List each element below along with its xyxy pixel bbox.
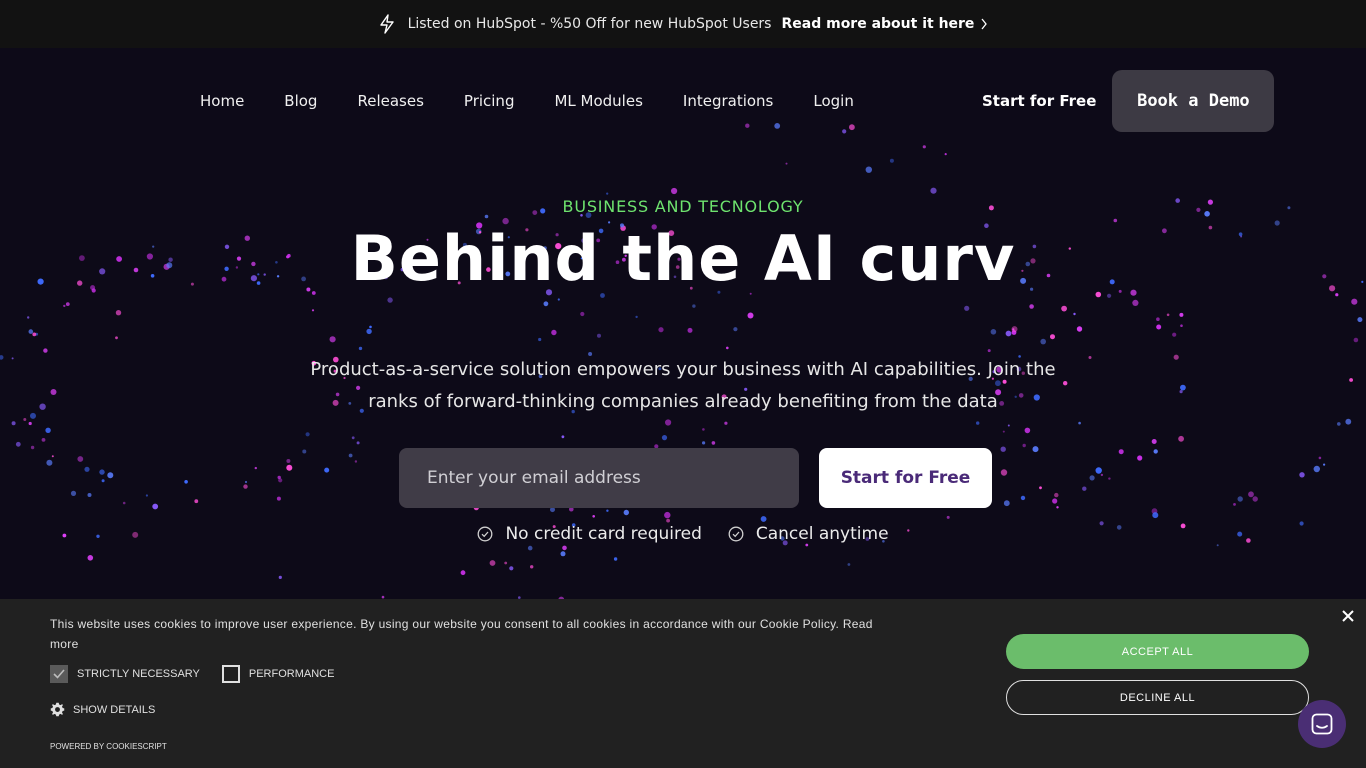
cookie-options: STRICTLY NECESSARY PERFORMANCE bbox=[50, 665, 356, 683]
nav-ml-modules[interactable]: ML Modules bbox=[554, 92, 642, 110]
perk-no-card: No credit card required bbox=[477, 524, 702, 544]
perks-row: No credit card required Cancel anytime bbox=[0, 524, 1366, 544]
announcement-link-label: Read more about it here bbox=[781, 16, 975, 32]
nav-home[interactable]: Home bbox=[200, 92, 244, 110]
nav-releases[interactable]: Releases bbox=[357, 92, 423, 110]
nav-pricing[interactable]: Pricing bbox=[464, 92, 515, 110]
email-input[interactable] bbox=[399, 448, 799, 508]
check-circle-icon bbox=[478, 526, 493, 542]
perk-label: Cancel anytime bbox=[755, 524, 889, 544]
announcement-text: Listed on HubSpot - %50 Off for new HubS… bbox=[407, 16, 772, 32]
chat-launcher[interactable] bbox=[1298, 700, 1346, 748]
powered-by[interactable]: POWERED BY COOKIESCRIPT bbox=[50, 742, 167, 751]
hero-headline: Behind the AI curv bbox=[350, 222, 1016, 295]
nav-login[interactable]: Login bbox=[813, 92, 853, 110]
signup-form: Start for Free bbox=[399, 448, 992, 508]
hero-subtitle: Product-as-a-service solution empowers y… bbox=[310, 359, 1056, 412]
option-strictly-necessary[interactable]: STRICTLY NECESSARY bbox=[50, 665, 200, 683]
chevron-right-icon bbox=[980, 17, 988, 31]
main-nav: Home Blog Releases Pricing ML Modules In… bbox=[0, 70, 1366, 132]
book-demo-button[interactable]: Book a Demo bbox=[1112, 70, 1275, 132]
announcement-link[interactable]: Read more about it here bbox=[781, 16, 988, 32]
accept-all-button[interactable]: ACCEPT ALL bbox=[1006, 634, 1309, 669]
option-label: PERFORMANCE bbox=[248, 668, 335, 680]
nav-blog[interactable]: Blog bbox=[284, 92, 317, 110]
cookie-banner: This website uses cookies to improve use… bbox=[0, 599, 1366, 768]
cookie-text: This website uses cookies to improve use… bbox=[50, 617, 873, 651]
checkbox-unchecked[interactable] bbox=[221, 665, 240, 683]
decline-all-button[interactable]: DECLINE ALL bbox=[1006, 680, 1309, 715]
chat-icon bbox=[1311, 713, 1333, 735]
nav-actions: Start for Free Book a Demo bbox=[982, 70, 1275, 132]
nav-start-free-link[interactable]: Start for Free bbox=[982, 92, 1096, 110]
close-icon[interactable] bbox=[1340, 608, 1356, 624]
lightning-icon bbox=[378, 14, 398, 34]
show-details-label: SHOW DETAILS bbox=[73, 703, 156, 716]
option-label: STRICTLY NECESSARY bbox=[77, 668, 200, 680]
hero-eyebrow: BUSINESS AND TECNOLOGY bbox=[562, 197, 804, 216]
checkbox-checked[interactable] bbox=[50, 665, 68, 683]
gear-icon bbox=[50, 702, 65, 717]
start-free-button[interactable]: Start for Free bbox=[819, 448, 992, 508]
check-circle-icon bbox=[728, 526, 744, 542]
perk-label: No credit card required bbox=[505, 524, 702, 544]
nav-integrations[interactable]: Integrations bbox=[683, 92, 773, 110]
nav-links: Home Blog Releases Pricing ML Modules In… bbox=[200, 70, 894, 132]
option-performance[interactable]: PERFORMANCE bbox=[221, 665, 335, 683]
show-details-toggle[interactable]: SHOW DETAILS bbox=[50, 702, 155, 717]
perk-cancel: Cancel anytime bbox=[728, 524, 889, 544]
announcement-bar: Listed on HubSpot - %50 Off for new HubS… bbox=[0, 0, 1366, 48]
